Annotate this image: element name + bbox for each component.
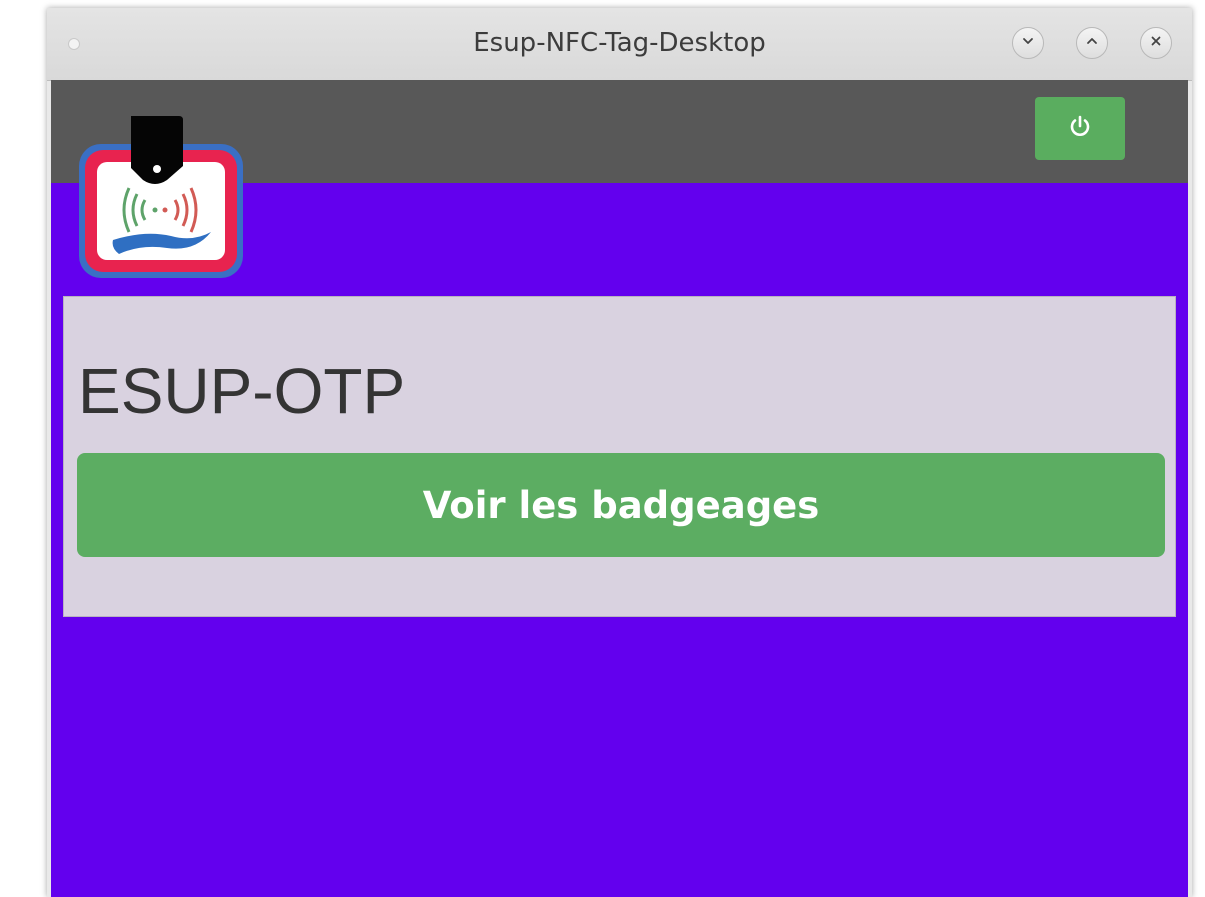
logout-button[interactable] [1035, 97, 1125, 160]
chevron-down-icon [1021, 34, 1035, 53]
chevron-up-icon [1085, 34, 1099, 53]
service-card: ESUP-OTP Voir les badgeages [63, 296, 1176, 617]
nfc-tag-logo [75, 112, 245, 282]
minimize-button[interactable] [1012, 27, 1044, 59]
view-badge-scans-button[interactable]: Voir les badgeages [77, 453, 1165, 557]
app-content: ESUP-OTP Voir les badgeages [51, 80, 1188, 897]
close-button[interactable] [1140, 27, 1172, 59]
power-icon [1066, 112, 1094, 145]
title-bar[interactable]: Esup-NFC-Tag-Desktop [47, 8, 1192, 81]
service-title: ESUP-OTP [78, 355, 406, 427]
maximize-button[interactable] [1076, 27, 1108, 59]
app-window: Esup-NFC-Tag-Desktop ESUP-OTP Voir les b… [47, 8, 1192, 897]
close-icon [1149, 34, 1163, 53]
